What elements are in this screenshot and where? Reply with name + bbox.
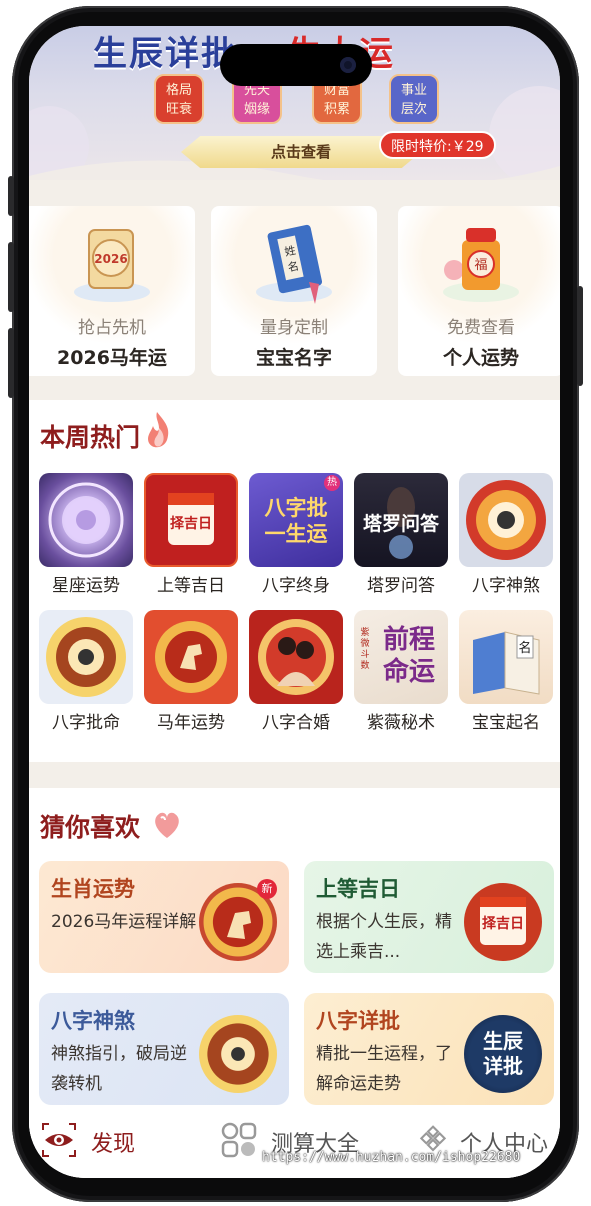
- rec-title: 上等吉日: [316, 876, 400, 901]
- banner-title-part1: 生辰详批: [93, 34, 237, 74]
- card-title: 个人运势: [442, 347, 519, 369]
- tag-line: 格局: [165, 83, 192, 98]
- hot-item-bazi-shensha[interactable]: 八字神煞: [459, 473, 553, 596]
- card-title: 2026马年运: [57, 347, 167, 369]
- banner-tag: 事业 层次: [389, 74, 439, 124]
- hot-item-label: 八字神煞: [472, 576, 540, 596]
- zodiac-wheel-icon: [39, 473, 133, 567]
- tag-line: 姻缘: [243, 102, 270, 117]
- grid-icon: [221, 1122, 257, 1158]
- hot-item-baby-name[interactable]: 名 宝宝起名: [459, 610, 553, 733]
- app-screen: 生辰详批 一生大运 格局旺衰 先天姻缘 财富积累 事业层次 点击查看 限时特价:…: [29, 26, 560, 1178]
- hot-item-horse-year[interactable]: 马年运势: [144, 610, 238, 733]
- feature-cards: 2026 抢占先机 2026马年运 姓 名 量身定制 宝宝名字 福 免费查看 个…: [29, 206, 560, 376]
- feature-card-personal-fortune[interactable]: 福 免费查看 个人运势: [398, 206, 560, 376]
- volume-up-button: [8, 242, 14, 312]
- hot-item-label: 宝宝起名: [472, 713, 540, 733]
- eye-icon: [42, 1123, 76, 1157]
- hot-item-marriage[interactable]: 八字合婚: [249, 610, 343, 733]
- card-art-text: 2026: [94, 252, 127, 266]
- dynamic-island: [220, 44, 372, 86]
- icon-text: 名: [518, 641, 532, 656]
- hot-item-bazi-lifetime[interactable]: 八字批一生运 热 八字终身: [249, 473, 343, 596]
- watermark-url: https://www.huzhan.com/ishop22680: [262, 1150, 521, 1165]
- card-subtitle: 免费查看: [447, 318, 515, 338]
- hot-item-ziwei[interactable]: 紫微斗数 前程命运 紫薇秘术: [354, 610, 448, 733]
- camera-icon: [340, 57, 356, 73]
- icon-text: 塔罗问答: [362, 513, 439, 535]
- rec-title: 八字详批: [316, 1008, 400, 1033]
- hot-item-tarot[interactable]: 塔罗问答 塔罗问答: [354, 473, 448, 596]
- card-art-text: 福: [474, 258, 487, 273]
- bottom-tab-bar: 发现 测算大全 个人中心: [29, 1106, 560, 1178]
- icon-text: 择吉日: [482, 916, 524, 932]
- rec-desc: 神煞指引，破局逆袭转机: [51, 1044, 187, 1094]
- feature-card-baby-name[interactable]: 姓 名 量身定制 宝宝名字: [211, 206, 377, 376]
- icon-text: 生辰详批: [483, 1029, 523, 1078]
- hot-section: 本周热门 星座运势 择吉日 上等吉日 八字批一生运 热 八字终身 塔罗问答 塔罗…: [29, 400, 560, 762]
- hot-item-label: 上等吉日: [157, 576, 225, 596]
- calendar-icon: 择吉日: [464, 883, 542, 961]
- rec-desc: 根据个人生辰，精选上乘吉...: [316, 912, 452, 962]
- feature-card-horse-year[interactable]: 2026 抢占先机 2026马年运: [29, 206, 195, 376]
- tag-line: 旺衰: [165, 102, 192, 117]
- rec-title: 八字神煞: [51, 1008, 135, 1033]
- hot-item-zodiac[interactable]: 星座运势: [39, 473, 133, 596]
- banner-tag: 格局 旺衰: [154, 74, 204, 124]
- fortune-icon: 紫微斗数 前程命运: [354, 610, 448, 704]
- scroll-2026-icon: 2026: [74, 229, 150, 302]
- hot-section-title: 本周热门: [40, 423, 141, 452]
- card-title: 宝宝名字: [255, 347, 332, 369]
- calendar-icon: 择吉日: [144, 473, 238, 567]
- guess-section-title: 猜你喜欢: [40, 813, 141, 842]
- hot-item-auspicious-day[interactable]: 择吉日 上等吉日: [144, 473, 238, 596]
- tarot-icon: 塔罗问答: [354, 473, 448, 567]
- rec-desc: 2026马年运程详解: [51, 912, 197, 932]
- yinyang-icon: [39, 610, 133, 704]
- hot-item-label: 塔罗问答: [367, 576, 435, 596]
- couple-icon: [249, 610, 343, 704]
- card-subtitle: 量身定制: [260, 318, 328, 338]
- shengchen-icon: 生辰详批: [464, 1015, 542, 1093]
- card-subtitle: 抢占先机: [78, 318, 146, 338]
- hot-item-label: 八字批命: [52, 713, 120, 733]
- new-badge: 新: [257, 879, 277, 899]
- yinyang-icon: [199, 1015, 277, 1093]
- tag-line: 层次: [400, 102, 427, 117]
- hot-item-label: 马年运势: [157, 713, 225, 733]
- name-book-icon: 姓 名: [256, 224, 332, 304]
- rec-desc: 精批一生运程，了解命运走势: [316, 1044, 452, 1094]
- recommend-card-shensha[interactable]: 八字神煞 神煞指引，破局逆袭转机: [39, 993, 289, 1105]
- horse-icon: [144, 610, 238, 704]
- power-button: [577, 286, 583, 386]
- tag-line: 事业: [400, 83, 427, 98]
- action-button: [8, 176, 14, 216]
- icon-text: 择吉日: [170, 516, 212, 532]
- recommend-card-zodiac-fortune[interactable]: 生肖运势 2026马年运程详解 新: [39, 861, 289, 973]
- volume-down-button: [8, 328, 14, 398]
- tag-line: 积累: [323, 102, 350, 117]
- flame-icon: [148, 412, 169, 448]
- bazi-book-icon: 八字批一生运 热: [249, 473, 343, 567]
- tab-label: 发现: [91, 1132, 136, 1157]
- hot-item-label: 星座运势: [52, 576, 120, 596]
- recommend-card-auspicious-day[interactable]: 上等吉日 根据个人生辰，精选上乘吉... 择吉日: [304, 861, 554, 973]
- hot-item-bazi-pipeline[interactable]: 八字批命: [39, 610, 133, 733]
- bagua-wheel-icon: [459, 473, 553, 567]
- hot-item-label: 八字终身: [262, 576, 330, 596]
- heart-icon: [155, 812, 179, 838]
- hot-badge: 热: [324, 475, 340, 491]
- icon-text: 八字批一生运: [264, 495, 328, 546]
- price-badge: 限时特价:￥29: [379, 131, 496, 159]
- name-book-icon: 名: [459, 610, 553, 704]
- hot-item-label: 紫薇秘术: [367, 713, 435, 733]
- recommend-card-bazi-detail[interactable]: 八字详批 精批一生运程，了解命运走势 生辰详批: [304, 993, 554, 1105]
- hot-item-label: 八字合婚: [262, 713, 330, 733]
- fu-pouch-icon: 福: [443, 228, 519, 302]
- icon-text: 前程命运: [382, 625, 435, 687]
- rec-title: 生肖运势: [51, 876, 135, 901]
- icon-side-text: 紫微斗数: [360, 628, 370, 671]
